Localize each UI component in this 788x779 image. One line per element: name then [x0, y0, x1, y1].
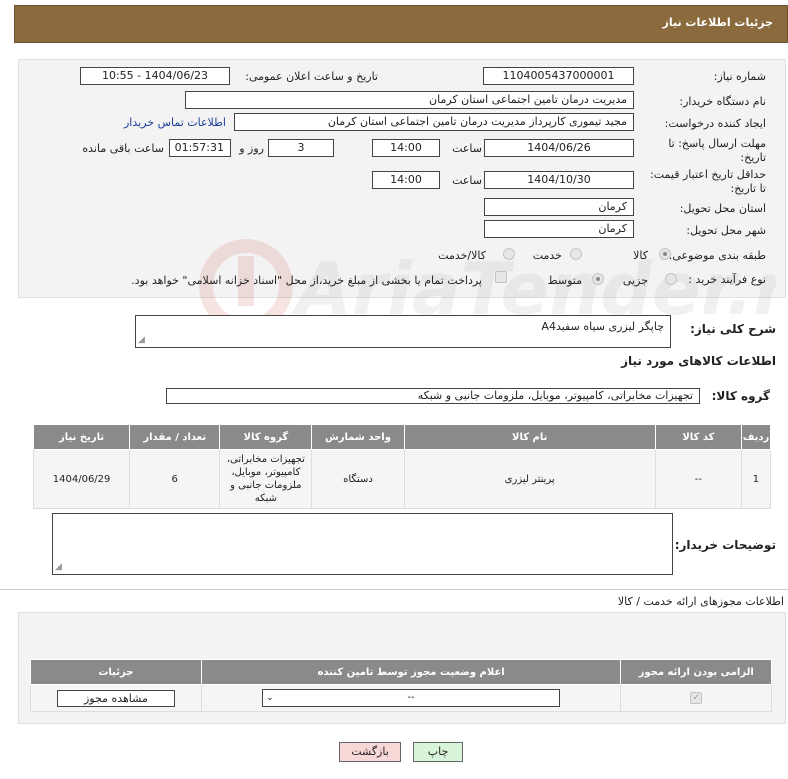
process-option-minor: جزیی: [622, 274, 648, 287]
page-header: جزئیات اطلاعات نیاز: [14, 5, 788, 43]
province-field: کرمان: [484, 198, 634, 216]
col-permit-status: اعلام وضعیت مجوز توسط تامین کننده: [200, 659, 622, 685]
cell-permit-required: ✓: [620, 684, 772, 712]
cell-date: 1404/06/29: [32, 449, 131, 509]
cell-qty: 6: [129, 449, 221, 509]
col-code: کد کالا: [654, 424, 742, 450]
category-radio-service[interactable]: [570, 248, 582, 260]
deadline-date-field: 1404/06/26: [484, 139, 634, 157]
goods-group-label: گروه کالا:: [711, 389, 770, 403]
goods-table: ردیف کد کالا نام کالا واحد شمارش گروه کا…: [32, 424, 772, 509]
cell-unit: دستگاه: [311, 449, 405, 509]
col-date: تاریخ نیاز: [32, 424, 131, 450]
remaining-time-label: ساعت باقی مانده: [82, 142, 164, 155]
category-label: طبقه بندی موضوعی:: [668, 249, 766, 262]
permit-required-checkbox: ✓: [690, 692, 703, 704]
description-textarea[interactable]: چاپگر لیزری سیاه سفیدA4 ◢: [135, 315, 671, 348]
process-radio-medium[interactable]: [592, 273, 604, 285]
table-row: ✓ -- ⌄ مشاهده مجوز: [30, 684, 772, 712]
buyer-org-label: نام دستگاه خریدار:: [679, 95, 766, 108]
col-qty: تعداد / مقدار: [129, 424, 221, 450]
need-number-field: 1104005437000001: [483, 67, 634, 85]
buyer-notes-textarea[interactable]: ◢: [52, 513, 673, 575]
cell-group: تجهیزات مخابراتی، کامپیوتر، موبایل، ملزو…: [219, 449, 313, 509]
resize-grip-icon[interactable]: ◢: [55, 562, 62, 572]
validity-label: حداقل تاریخ اعتبار قیمت: تا تاریخ:: [650, 168, 766, 195]
print-button[interactable]: چاپ: [413, 742, 463, 762]
col-permit-required: الزامی بودن ارائه مجوز: [620, 659, 772, 685]
page-title: جزئیات اطلاعات نیاز: [662, 16, 774, 29]
deadline-time-label: ساعت: [452, 142, 482, 155]
goods-table-header: ردیف کد کالا نام کالا واحد شمارش گروه کا…: [32, 424, 772, 450]
col-row: ردیف: [740, 424, 772, 450]
description-text: چاپگر لیزری سیاه سفیدA4: [541, 320, 664, 333]
table-row[interactable]: 1 -- پرینتر لیزری دستگاه تجهیزات مخابرات…: [32, 449, 772, 509]
buyer-notes-label: توضیحات خریدار:: [674, 538, 776, 552]
process-option-medium: متوسط: [547, 274, 582, 287]
validity-time-field: 14:00: [372, 171, 440, 189]
cell-permit-status: -- ⌄: [200, 684, 622, 712]
days-remaining-field: 3: [268, 139, 334, 157]
treasury-payment-note: پرداخت تمام یا بخشی از مبلغ خرید،از محل …: [131, 274, 482, 287]
cell-name: پرینتر لیزری: [403, 449, 656, 509]
chevron-down-icon: ⌄: [266, 693, 274, 703]
col-unit: واحد شمارش: [311, 424, 405, 450]
permit-status-value: --: [407, 692, 415, 703]
back-button[interactable]: بازگشت: [339, 742, 401, 762]
need-number-label: شماره نیاز:: [713, 70, 766, 83]
goods-section-title: اطلاعات کالاهای مورد نیاز: [621, 354, 776, 368]
category-option-service: خدمت: [532, 249, 562, 262]
permits-section-title: اطلاعات مجوزهای ارائه خدمت / کالا: [617, 595, 784, 608]
category-option-goods: کالا: [633, 249, 648, 262]
deadline-label: مهلت ارسال پاسخ: تا تاریخ:: [668, 137, 766, 164]
announce-label: تاریخ و ساعت اعلان عمومی:: [245, 70, 378, 83]
cell-permit-details: مشاهده مجوز: [30, 684, 202, 712]
validity-date-field: 1404/10/30: [484, 171, 634, 189]
permit-status-select[interactable]: -- ⌄: [262, 689, 561, 707]
deadline-time-field: 14:00: [372, 139, 440, 157]
city-field: کرمان: [484, 220, 634, 238]
permits-table: الزامی بودن ارائه مجوز اعلام وضعیت مجوز …: [30, 659, 772, 712]
province-label: استان محل تحویل:: [679, 202, 766, 215]
col-name: نام کالا: [403, 424, 656, 450]
view-permit-button[interactable]: مشاهده مجوز: [56, 689, 175, 707]
description-label: شرح کلی نیاز:: [690, 322, 776, 336]
resize-grip-icon[interactable]: ◢: [138, 335, 145, 345]
process-radio-minor[interactable]: [665, 273, 677, 285]
category-radio-both[interactable]: [503, 248, 515, 260]
permits-section-header: اطلاعات مجوزهای ارائه خدمت / کالا: [0, 589, 788, 611]
requester-label: ایجاد کننده درخواست:: [664, 117, 766, 130]
permits-table-header: الزامی بودن ارائه مجوز اعلام وضعیت مجوز …: [30, 659, 772, 685]
process-label: نوع فرآیند خرید :: [688, 273, 766, 286]
treasury-payment-checkbox[interactable]: [495, 271, 507, 283]
remaining-time-field: 01:57:31: [169, 139, 231, 157]
announce-field: 1404/06/23 - 10:55: [80, 67, 230, 85]
city-label: شهر محل تحویل:: [686, 224, 766, 237]
requester-field: مجید تیموری کارپرداز مدیریت درمان تامین …: [234, 113, 634, 131]
category-radio-goods[interactable]: [659, 248, 671, 260]
validity-time-label: ساعت: [452, 174, 482, 187]
cell-code: --: [654, 449, 742, 509]
buyer-contact-link[interactable]: اطلاعات تماس خریدار: [124, 116, 226, 129]
col-group: گروه کالا: [219, 424, 313, 450]
buyer-org-field: مدیریت درمان تامین اجتماعی استان کرمان: [185, 91, 634, 109]
cell-row: 1: [740, 449, 772, 509]
col-permit-details: جزئیات: [30, 659, 202, 685]
category-option-both: کالا/خدمت: [438, 249, 486, 262]
days-label: روز و: [239, 142, 264, 155]
goods-group-field: تجهیزات مخابراتی، کامپیوتر، موبایل، ملزو…: [166, 388, 700, 404]
